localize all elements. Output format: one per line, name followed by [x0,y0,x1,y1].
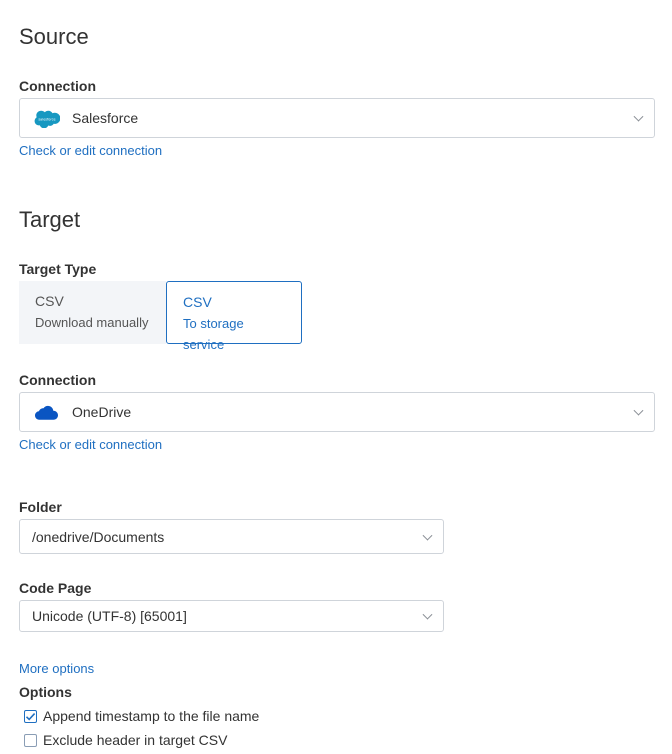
source-connection-value: Salesforce [72,110,139,126]
codepage-value: Unicode (UTF-8) [65001] [32,608,187,624]
target-type-download-manually[interactable]: CSV Download manually [19,281,166,344]
tile-title: CSV [183,294,212,310]
source-connection-select[interactable]: salesforce Salesforce [19,98,655,138]
target-connection-select[interactable]: OneDrive [19,392,655,432]
option-label: Exclude header in target CSV [43,732,228,748]
checkbox-unchecked[interactable] [24,733,37,747]
source-edit-connection-link[interactable]: Check or edit connection [19,143,162,158]
option-exclude-header[interactable]: Exclude header in target CSV [24,732,227,748]
source-connection-label: Connection [19,78,96,94]
folder-value: /onedrive/Documents [32,529,165,545]
tile-title: CSV [35,293,64,309]
target-edit-connection-link[interactable]: Check or edit connection [19,437,162,452]
onedrive-icon [34,405,58,426]
tile-subtitle: To storage service [183,316,244,352]
codepage-label: Code Page [19,580,92,596]
svg-text:salesforce: salesforce [38,118,55,122]
chevron-down-icon [633,111,644,122]
check-icon [25,712,36,721]
target-title: Target [19,207,81,232]
folder-select[interactable]: /onedrive/Documents [19,519,444,554]
chevron-down-icon [633,405,644,416]
option-label: Append timestamp to the file name [43,708,260,724]
target-type-storage-service[interactable]: CSV To storage service [166,281,302,352]
codepage-select[interactable]: Unicode (UTF-8) [65001] [19,600,444,632]
tile-subtitle: Download manually [35,315,149,330]
target-connection-label: Connection [19,372,96,388]
options-label: Options [19,684,72,700]
folder-label: Folder [19,499,62,515]
salesforce-icon: salesforce [34,110,61,133]
option-append-timestamp[interactable]: Append timestamp to the file name [24,708,259,724]
chevron-down-icon [422,609,433,620]
target-connection-value: OneDrive [72,404,132,420]
checkbox-checked[interactable] [24,709,37,723]
more-options-link[interactable]: More options [19,661,94,676]
source-title: Source [19,24,89,49]
target-type-label: Target Type [19,261,97,277]
chevron-down-icon [422,530,433,541]
